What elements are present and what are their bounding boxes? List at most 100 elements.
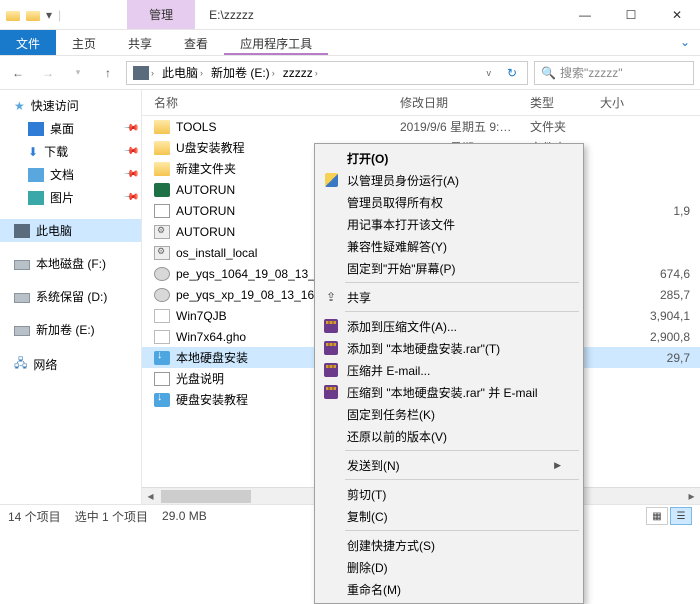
addr-dropdown-icon[interactable]: v [478,68,499,78]
ctx-take-ownership[interactable]: 管理员取得所有权 [317,191,581,213]
scroll-left-icon[interactable]: ◂ [142,489,159,503]
file-type: 文件夹 [530,118,600,135]
col-type[interactable]: 类型 [530,94,600,111]
crumb-drive[interactable]: 新加卷 (E:) [211,64,270,81]
file-name: TOOLS [176,120,216,134]
address-bar[interactable]: › 此电脑 › 新加卷 (E:) › zzzzz › v ↻ [126,61,528,85]
view-thumbnails-button[interactable]: ▦ [646,507,668,525]
crumb-thispc[interactable]: 此电脑 [162,64,198,81]
pin-icon: 📌 [122,189,139,206]
ctx-pin-taskbar[interactable]: 固定到任务栏(K) [317,403,581,425]
sidebar-desktop[interactable]: 桌面📌 [0,117,141,140]
qat-dropdown-icon[interactable]: ▾ [46,8,52,22]
titlebar: ▾ | 管理 E:\zzzzz — ☐ ✕ [0,0,700,30]
minimize-button[interactable]: — [562,0,608,30]
status-selected: 选中 1 个项目 [75,508,148,525]
file-name: os_install_local [176,246,257,260]
sidebar-downloads[interactable]: ⬇下载📌 [0,140,141,163]
ctx-compress-email[interactable]: 压缩并 E-mail... [317,359,581,381]
ctx-share[interactable]: ⇪共享 [317,286,581,308]
file-name: AUTORUN [176,204,235,218]
file-size: 285,7 [600,288,700,302]
ctx-open[interactable]: 打开(O) [317,147,581,169]
search-input[interactable]: 🔍 搜索"zzzzz" [534,61,694,85]
chevron-right-icon: ▶ [554,460,561,471]
sidebar-network[interactable]: 🖧网络 [0,351,141,378]
drive-icon [14,293,30,303]
col-size[interactable]: 大小 [600,94,700,111]
navigation-pane: ★快速访问 桌面📌 ⬇下载📌 文档📌 图片📌 此电脑 本地磁盘 (F:) 系统保… [0,90,142,504]
tab-home[interactable]: 主页 [56,30,112,55]
context-menu: 打开(O) 以管理员身份运行(A) 管理员取得所有权 用记事本打开该文件 兼容性… [314,143,584,604]
refresh-icon[interactable]: ↻ [499,66,525,80]
ribbon-expand-icon[interactable]: ⌄ [670,30,700,55]
ctx-restore-versions[interactable]: 还原以前的版本(V) [317,425,581,447]
file-row[interactable]: TOOLS 2019/9/6 星期五 9:…文件夹 [142,116,700,137]
ctx-open-notepad[interactable]: 用记事本打开该文件 [317,213,581,235]
forward-button[interactable]: → [36,61,60,85]
drive-icon [14,260,30,270]
file-name: Win7x64.gho [176,330,246,344]
col-name[interactable]: 名称 [142,94,400,111]
file-name: 光盘说明 [176,370,224,387]
ribbon-tabs: 文件 主页 共享 查看 应用程序工具 ⌄ [0,30,700,56]
folder-icon[interactable] [6,11,20,21]
tab-file[interactable]: 文件 [0,30,56,55]
file-icon [154,246,170,260]
file-name: Win7QJB [176,309,227,323]
ctx-pin-start[interactable]: 固定到"开始"屏幕(P) [317,257,581,279]
view-details-button[interactable]: ☰ [670,507,692,525]
rar-icon [323,318,339,334]
file-icon [154,309,170,323]
share-icon: ⇪ [323,289,339,305]
sidebar-drive-d[interactable]: 系统保留 (D:) [0,285,141,308]
file-name: U盘安装教程 [176,139,245,156]
sidebar-documents[interactable]: 文档📌 [0,163,141,186]
ctx-cut[interactable]: 剪切(T) [317,483,581,505]
file-size: 29,7 [600,351,700,365]
sidebar-drive-f[interactable]: 本地磁盘 (F:) [0,252,141,275]
close-button[interactable]: ✕ [654,0,700,30]
ctx-run-as-admin[interactable]: 以管理员身份运行(A) [317,169,581,191]
maximize-button[interactable]: ☐ [608,0,654,30]
file-date: 2019/9/6 星期五 9:… [400,118,530,135]
file-name: 硬盘安装教程 [176,391,248,408]
back-button[interactable]: ← [6,61,30,85]
pin-icon: 📌 [122,120,139,137]
tab-share[interactable]: 共享 [112,30,168,55]
col-date[interactable]: 修改日期 [400,94,530,111]
tab-view[interactable]: 查看 [168,30,224,55]
drive-icon [14,326,30,336]
scroll-right-icon[interactable]: ▸ [683,489,700,503]
window-title: E:\zzzzz [195,8,268,22]
ctx-compat-troubleshoot[interactable]: 兼容性疑难解答(Y) [317,235,581,257]
ctx-rename[interactable]: 重命名(M) [317,578,581,600]
file-icon [154,120,170,134]
sidebar-pictures[interactable]: 图片📌 [0,186,141,209]
sidebar-drive-e[interactable]: 新加卷 (E:) [0,318,141,341]
recent-dropdown[interactable]: ▾ [66,61,90,85]
up-button[interactable]: ↑ [96,61,120,85]
folder-icon[interactable] [26,11,40,21]
ctx-copy[interactable]: 复制(C) [317,505,581,527]
sidebar-quick-access[interactable]: ★快速访问 [0,94,141,117]
ctx-add-rar[interactable]: 添加到压缩文件(A)... [317,315,581,337]
ctx-add-rar-named[interactable]: 添加到 "本地硬盘安装.rar"(T) [317,337,581,359]
status-size: 29.0 MB [162,509,207,523]
pin-icon: 📌 [122,143,139,160]
file-size: 1,9 [600,204,700,218]
file-icon [154,372,170,386]
ctx-compress-email-named[interactable]: 压缩到 "本地硬盘安装.rar" 并 E-mail [317,381,581,403]
scroll-thumb[interactable] [161,490,251,503]
pictures-icon [28,191,44,205]
sidebar-this-pc[interactable]: 此电脑 [0,219,141,242]
search-placeholder: 搜索"zzzzz" [560,64,623,81]
ribbon-context-tab[interactable]: 管理 [127,0,195,29]
file-size: 3,904,1 [600,309,700,323]
shield-icon [323,172,339,188]
ctx-send-to[interactable]: 发送到(N)▶ [317,454,581,476]
ctx-create-shortcut[interactable]: 创建快捷方式(S) [317,534,581,556]
ctx-delete[interactable]: 删除(D) [317,556,581,578]
tab-app-tools[interactable]: 应用程序工具 [224,30,328,55]
crumb-folder[interactable]: zzzzz [283,66,313,80]
